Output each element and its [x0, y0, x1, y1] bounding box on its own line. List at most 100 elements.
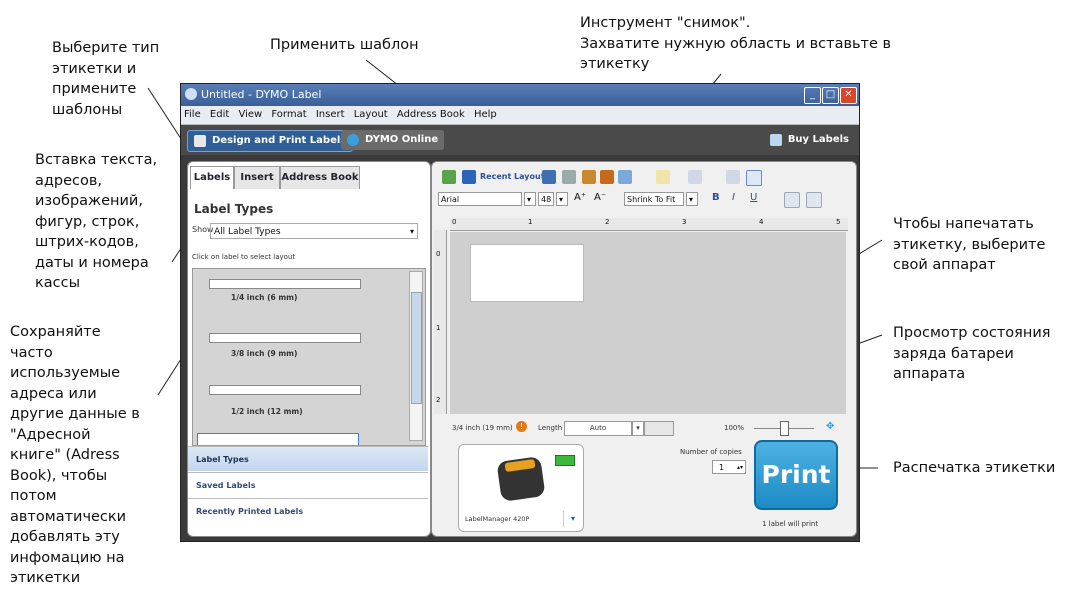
label-type-filter[interactable]: All Label Types ▾ [210, 223, 418, 239]
tab-address-book[interactable]: Address Book [280, 166, 360, 189]
label-preview[interactable] [470, 244, 584, 302]
printer-selector[interactable]: LabelManager 420P ▾ [458, 444, 584, 532]
bold-icon[interactable]: B [712, 192, 720, 203]
globe-icon [347, 134, 359, 146]
left-panel: Labels Insert Address Book Label Types S… [187, 161, 431, 537]
copies-label: Number of copies [680, 448, 742, 456]
label-item-name: 3/8 inch (9 mm) [231, 349, 298, 358]
grow-font-icon[interactable]: A⁺ [574, 192, 586, 203]
undo-icon[interactable] [600, 170, 614, 184]
tape-width-text: 3/4 inch (19 mm) [452, 424, 513, 432]
shrink-font-icon[interactable]: A⁻ [594, 192, 606, 203]
buy-labels-button[interactable]: Buy Labels [764, 130, 855, 150]
label-item[interactable] [209, 279, 361, 289]
fit-view-icon[interactable]: ✥ [826, 421, 834, 432]
copies-value: 1 [719, 463, 725, 472]
snapshot-icon[interactable] [618, 170, 632, 184]
length-select[interactable]: Auto [564, 421, 632, 436]
menu-insert[interactable]: Insert [313, 106, 348, 120]
image-icon[interactable] [688, 170, 702, 184]
annotation-snapshot: Инструмент "снимок". Захватите нужную об… [580, 15, 892, 72]
label-item-selected[interactable] [197, 433, 359, 445]
label-item[interactable] [209, 333, 361, 343]
main-toolbar: Design and Print Labels DYMO Online Buy … [181, 125, 859, 155]
underline-icon[interactable]: U [750, 192, 757, 203]
label-type-filter-value: All Label Types [214, 227, 281, 237]
menu-file[interactable]: File [181, 106, 204, 120]
maximize-icon[interactable]: □ [822, 87, 839, 104]
chevron-down-icon[interactable]: ▾ [686, 192, 698, 206]
fit-select[interactable]: Shrink To Fit [624, 192, 684, 206]
editor-panel: Recent Layouts Arial ▾ 48 ▾ A⁺ A⁻ Shrink… [431, 161, 857, 537]
status-row: 3/4 inch (19 mm) ! Length Auto ▾ 100% ✥ [446, 420, 846, 438]
menu-format[interactable]: Format [268, 106, 309, 120]
recent-layouts-icon[interactable] [462, 170, 476, 184]
menu-bar: File Edit View Format Insert Layout Addr… [181, 106, 859, 125]
zoom-slider-handle[interactable] [780, 421, 789, 436]
annotation-print: Распечатка этикетки [893, 460, 1056, 476]
printer-name: LabelManager 420P [465, 515, 530, 523]
vertical-ruler: 0 1 2 [434, 230, 447, 414]
label-item[interactable] [209, 385, 361, 395]
label-list: 1/4 inch (6 mm) 3/8 inch (9 mm) 1/2 inch… [192, 268, 426, 446]
close-icon[interactable]: ✕ [840, 87, 857, 104]
annotation-label-type: Выберите тип этикетки и примените шаблон… [52, 40, 160, 118]
dymo-online-button[interactable]: DYMO Online [341, 130, 445, 150]
font-select[interactable]: Arial [438, 192, 522, 206]
print-button[interactable]: Print [754, 440, 838, 510]
label-icon [194, 135, 206, 147]
label-canvas[interactable] [450, 232, 846, 414]
window-title: Untitled - DYMO Label [201, 88, 322, 101]
paste-icon[interactable] [582, 170, 596, 184]
annotation-address-book: Сохраняйте часто используемые адреса или… [10, 324, 140, 586]
section-recently-printed[interactable]: Recently Printed Labels [188, 498, 428, 523]
design-print-button[interactable]: Design and Print Labels [187, 130, 354, 152]
menu-view[interactable]: View [235, 106, 265, 120]
select-layout-hint: Click on label to select layout [192, 253, 296, 261]
label-item-name: 1/4 inch (6 mm) [231, 293, 298, 302]
font-size-select[interactable]: 48 [538, 192, 554, 206]
chevron-down-icon: ▾ [409, 227, 414, 236]
chevron-down-icon[interactable]: ▾ [524, 192, 536, 206]
menu-layout[interactable]: Layout [351, 106, 391, 120]
cart-icon [769, 134, 782, 146]
comment-icon[interactable] [656, 170, 670, 184]
title-bar: Untitled - DYMO Label _ □ ✕ [181, 84, 859, 106]
chevron-down-icon[interactable]: ▾ [556, 192, 568, 206]
section-label-types[interactable]: Label Types [188, 446, 428, 471]
print-status: 1 label will print [762, 520, 819, 528]
menu-edit[interactable]: Edit [207, 106, 232, 120]
app-window: Untitled - DYMO Label _ □ ✕ File Edit Vi… [180, 83, 860, 542]
annotation-apply-template: Применить шаблон [270, 37, 419, 53]
printer-icon[interactable] [562, 170, 576, 184]
italic-icon[interactable]: I [732, 192, 735, 203]
minimize-icon[interactable]: _ [804, 87, 821, 104]
save-icon[interactable] [542, 170, 556, 184]
menu-address-book[interactable]: Address Book [394, 106, 468, 120]
chevron-down-icon[interactable]: ▾ [632, 421, 644, 436]
annotation-select-printer: Чтобы напечатать этикетку, выберите свой… [893, 216, 1046, 273]
chevron-down-icon[interactable]: ▾ [563, 511, 582, 527]
menu-help[interactable]: Help [471, 106, 500, 120]
text-align-icon[interactable] [784, 192, 800, 208]
tab-insert[interactable]: Insert [234, 166, 280, 189]
label-types-heading: Label Types [194, 202, 274, 216]
length-input-disabled [644, 421, 674, 436]
vertical-align-icon[interactable] [806, 192, 822, 208]
zoom-level: 100% [724, 424, 745, 432]
section-saved-labels[interactable]: Saved Labels [188, 472, 428, 497]
horizontal-ruler: 0 1 2 3 4 5 [450, 218, 848, 231]
stepper-arrows-icon[interactable]: ▴▾ [737, 461, 743, 475]
label-item-name: 1/2 inch (12 mm) [231, 407, 303, 416]
tab-labels[interactable]: Labels [190, 166, 234, 189]
warning-icon[interactable]: ! [516, 421, 527, 432]
copies-stepper[interactable]: 1 ▴▾ [712, 460, 746, 474]
align-icon[interactable] [726, 170, 740, 184]
recent-layouts-button[interactable]: Recent Layouts [480, 172, 549, 181]
back-arrow-icon[interactable] [442, 170, 456, 184]
length-label: Length [538, 424, 563, 432]
app-icon [185, 88, 197, 100]
label-list-scrollbar[interactable] [409, 271, 423, 441]
frame-icon[interactable] [746, 170, 762, 186]
scroll-thumb[interactable] [411, 292, 422, 404]
